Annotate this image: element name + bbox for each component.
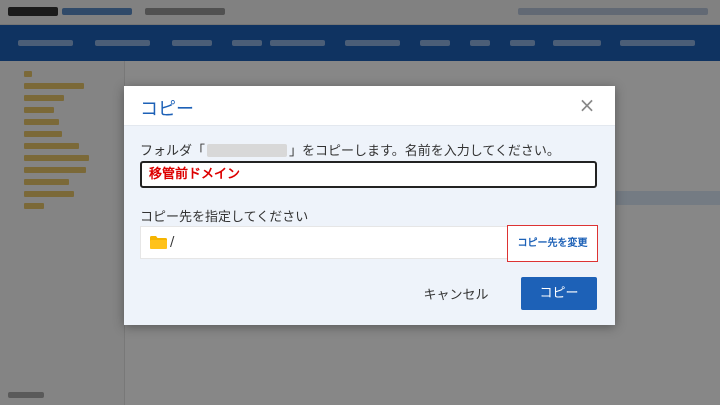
new-name-input[interactable]: 移管前ドメイン (140, 161, 597, 188)
cancel-button[interactable]: キャンセル (416, 282, 496, 310)
copy-button[interactable]: コピー (521, 277, 597, 310)
close-icon[interactable]: × (577, 95, 597, 115)
change-destination-button[interactable]: コピー先を変更 (507, 225, 598, 262)
prompt-suffix: 」をコピーします。名前を入力してください。 (289, 144, 560, 159)
destination-field: / コピー先を変更 (140, 225, 598, 262)
copy-prompt: フォルダ「 」をコピーします。名前を入力してください。 (140, 140, 560, 159)
dialog-header: コピー × (124, 86, 615, 126)
dialog-title: コピー (140, 99, 194, 120)
folder-icon (150, 236, 167, 249)
redacted-folder-name (207, 144, 288, 157)
copy-dialog: コピー × フォルダ「 」をコピーします。名前を入力してください。 移管前ドメイン… (124, 86, 615, 325)
destination-path: / (170, 235, 175, 250)
prompt-prefix: フォルダ「 (140, 144, 206, 159)
destination-label: コピー先を指定してください (140, 210, 309, 225)
